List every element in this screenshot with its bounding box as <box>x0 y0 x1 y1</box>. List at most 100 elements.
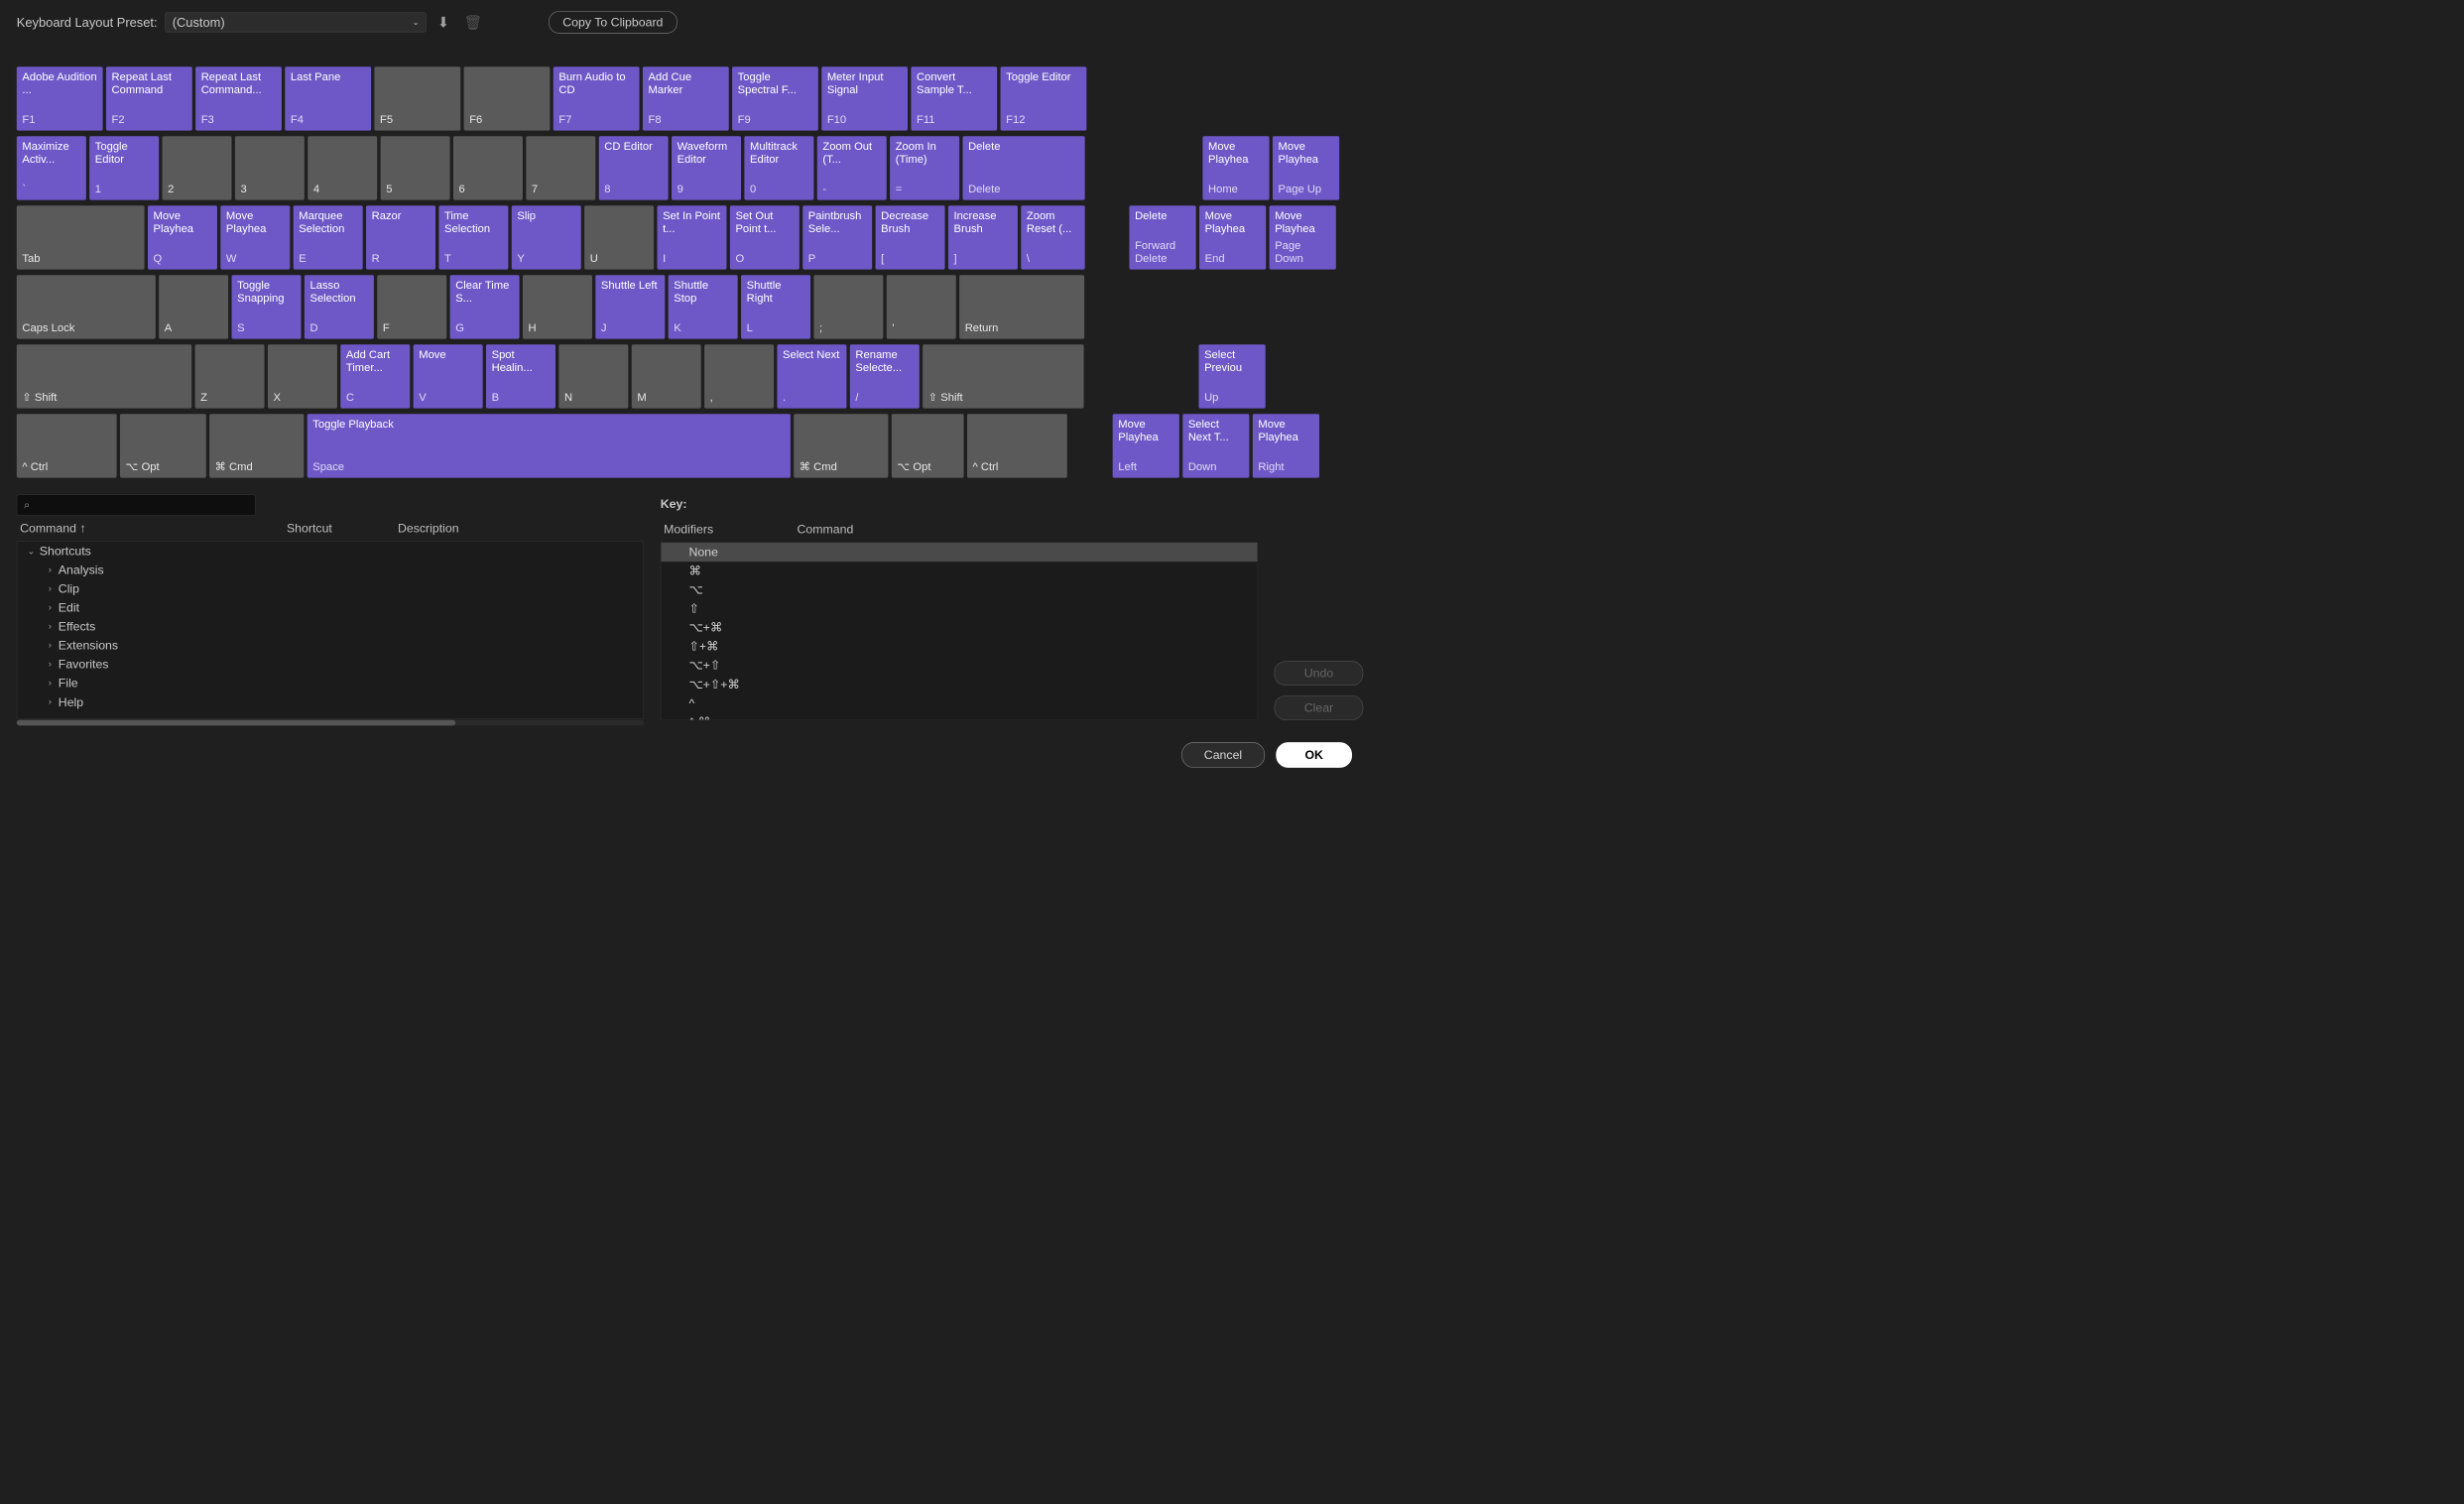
key-1[interactable]: Toggle Editor1 <box>89 136 159 199</box>
key-f12[interactable]: Toggle EditorF12 <box>1001 66 1087 130</box>
save-preset-icon[interactable]: ⬇ <box>433 14 452 31</box>
key--[interactable]: Increase Brush] <box>948 205 1018 269</box>
copy-clipboard-button[interactable]: Copy To Clipboard <box>549 11 677 33</box>
key-d[interactable]: Lasso SelectionD <box>305 275 374 338</box>
horizontal-scrollbar[interactable] <box>17 720 644 726</box>
key-o[interactable]: Set Out Point t...O <box>730 205 800 269</box>
key-q[interactable]: Move PlayheaQ <box>148 205 217 269</box>
key-x[interactable]: X <box>268 344 337 408</box>
key--[interactable]: Decrease Brush[ <box>876 205 945 269</box>
preset-dropdown[interactable]: (Custom) ⌄ <box>165 12 426 32</box>
key-c[interactable]: Add Cart Timer...C <box>340 344 410 408</box>
tree-item[interactable]: ›Effects <box>17 617 643 636</box>
key-k[interactable]: Shuttle StopK <box>669 275 738 338</box>
key-7[interactable]: 7 <box>526 136 595 199</box>
search-input[interactable]: ⌕ <box>17 494 256 515</box>
modifiers-list[interactable]: None⌘⌥⇧⌥+⌘⇧+⌘⌥+⇧⌥+⇧+⌘^^ ⌘ <box>661 543 1258 720</box>
key--cmd[interactable]: ⌘ Cmd <box>794 414 888 477</box>
key--shift[interactable]: ⇧ Shift <box>17 344 191 408</box>
key-f4[interactable]: Last PaneF4 <box>285 66 371 130</box>
key-f3[interactable]: Repeat Last Command...F3 <box>195 66 282 130</box>
key--[interactable]: ; <box>813 275 883 338</box>
key--[interactable]: ' <box>887 275 956 338</box>
key-u[interactable]: U <box>584 205 654 269</box>
modifier-row[interactable]: ⌘ <box>661 562 1257 580</box>
key-delete[interactable]: DeleteDelete <box>962 136 1084 199</box>
tree-item[interactable]: ›Favorites <box>17 655 643 674</box>
key-w[interactable]: Move PlayheaW <box>220 205 290 269</box>
tree-item[interactable]: ›Analysis <box>17 561 643 579</box>
tree-item[interactable]: ›Help <box>17 692 643 711</box>
key--[interactable]: Rename Selecte.../ <box>850 344 920 408</box>
key-t[interactable]: Time SelectionT <box>438 205 508 269</box>
key-f5[interactable]: F5 <box>374 66 460 130</box>
key--[interactable]: , <box>704 344 774 408</box>
col-mod-command[interactable]: Command <box>798 522 854 537</box>
key-i[interactable]: Set In Point t...I <box>657 205 726 269</box>
key-f11[interactable]: Convert Sample T...F11 <box>911 66 997 130</box>
key-f8[interactable]: Add Cue MarkerF8 <box>643 66 729 130</box>
key-f10[interactable]: Meter Input SignalF10 <box>821 66 908 130</box>
modifier-row[interactable]: ⇧+⌘ <box>661 637 1257 656</box>
key-f[interactable]: F <box>377 275 446 338</box>
key--opt[interactable]: ⌥ Opt <box>892 414 964 477</box>
key-4[interactable]: 4 <box>308 136 377 199</box>
key-left[interactable]: Move PlayheaLeft <box>1113 414 1179 477</box>
key--[interactable]: Maximize Activ...` <box>17 136 86 199</box>
modifier-row[interactable]: ^ ⌘ <box>661 712 1257 719</box>
tree-item[interactable]: ›File <box>17 674 643 692</box>
key-8[interactable]: CD Editor8 <box>599 136 669 199</box>
key-tab[interactable]: Tab <box>17 205 145 269</box>
ok-button[interactable]: OK <box>1276 742 1352 768</box>
key-r[interactable]: RazorR <box>366 205 435 269</box>
modifier-row[interactable]: ⌥+⇧ <box>661 656 1257 675</box>
key-y[interactable]: SlipY <box>512 205 581 269</box>
key-b[interactable]: Spot Healin...B <box>486 344 555 408</box>
commands-tree[interactable]: ⌄Shortcuts›Analysis›Clip›Edit›Effects›Ex… <box>17 541 644 718</box>
key-f9[interactable]: Toggle Spectral F...F9 <box>732 66 818 130</box>
key-5[interactable]: 5 <box>381 136 450 199</box>
key-up[interactable]: Select PreviouUp <box>1198 344 1265 408</box>
key--cmd[interactable]: ⌘ Cmd <box>209 414 304 477</box>
key--[interactable]: Zoom Out (T...- <box>817 136 887 199</box>
col-modifiers[interactable]: Modifiers <box>664 522 797 537</box>
key-3[interactable]: 3 <box>235 136 305 199</box>
key-l[interactable]: Shuttle RightL <box>741 275 810 338</box>
col-description[interactable]: Description <box>398 521 459 536</box>
key-caps-lock[interactable]: Caps Lock <box>17 275 156 338</box>
key-end[interactable]: Move PlayheaEnd <box>1199 205 1266 269</box>
key-6[interactable]: 6 <box>453 136 523 199</box>
key-z[interactable]: Z <box>195 344 265 408</box>
modifier-row[interactable]: ⌥+⌘ <box>661 618 1257 637</box>
key-home[interactable]: Move PlayheaHome <box>1202 136 1269 199</box>
key-0[interactable]: Multitrack Editor0 <box>744 136 813 199</box>
col-shortcut[interactable]: Shortcut <box>287 521 398 536</box>
key-e[interactable]: Marquee SelectionE <box>294 205 363 269</box>
modifier-row[interactable]: None <box>661 543 1257 562</box>
key-p[interactable]: Paintbrush Sele...P <box>802 205 872 269</box>
key-2[interactable]: 2 <box>163 136 232 199</box>
key-g[interactable]: Clear Time S...G <box>450 275 520 338</box>
cancel-button[interactable]: Cancel <box>1181 742 1265 768</box>
modifier-row[interactable]: ⇧ <box>661 599 1257 618</box>
key-right[interactable]: Move PlayheaRight <box>1253 414 1319 477</box>
tree-root[interactable]: ⌄Shortcuts <box>17 542 643 561</box>
tree-item[interactable]: ›Extensions <box>17 636 643 655</box>
modifier-row[interactable]: ⌥ <box>661 580 1257 599</box>
key--opt[interactable]: ⌥ Opt <box>120 414 206 477</box>
col-command[interactable]: Command ↑ <box>20 521 287 536</box>
key-down[interactable]: Select Next T...Down <box>1182 414 1249 477</box>
key-j[interactable]: Shuttle LeftJ <box>595 275 665 338</box>
key--ctrl[interactable]: ^ Ctrl <box>17 414 117 477</box>
key-page-up[interactable]: Move PlayheaPage Up <box>1273 136 1339 199</box>
key--[interactable]: Zoom Reset (...\ <box>1021 205 1084 269</box>
key--[interactable]: Zoom In (Time)= <box>890 136 959 199</box>
modifier-row[interactable]: ⌥+⇧+⌘ <box>661 675 1257 693</box>
tree-item[interactable]: ›Edit <box>17 598 643 617</box>
key--[interactable]: Select Next. <box>777 344 846 408</box>
key-return[interactable]: Return <box>959 275 1084 338</box>
key-f6[interactable]: F6 <box>464 66 551 130</box>
key-a[interactable]: A <box>159 275 228 338</box>
key-space[interactable]: Toggle PlaybackSpace <box>308 414 791 477</box>
key-s[interactable]: Toggle SnappingS <box>232 275 302 338</box>
